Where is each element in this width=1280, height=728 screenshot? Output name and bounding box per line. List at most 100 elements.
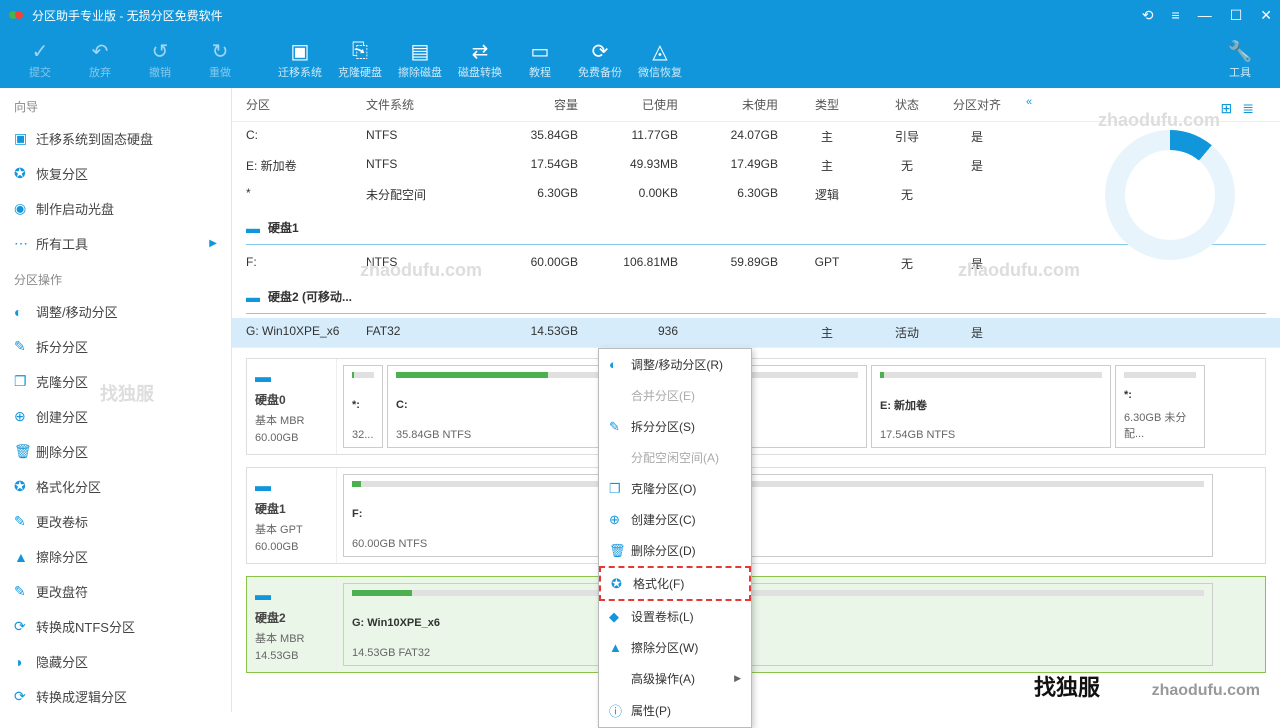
disk-icon: ▬	[246, 289, 260, 305]
sidebar-icon: ⟳	[14, 688, 36, 705]
collapse-icon[interactable]: «	[1026, 96, 1032, 113]
refresh-icon[interactable]: ⟲	[1142, 7, 1154, 24]
grid-view-icon[interactable]: ⊞	[1221, 100, 1233, 117]
ctx-item-5[interactable]: ⊕创建分区(C)	[599, 504, 751, 535]
table-row[interactable]: G: Win10XPE_x6FAT3214.53GB936主活动是	[232, 318, 1280, 347]
usage-donut-chart	[1090, 130, 1250, 290]
ctx-item-11[interactable]: ⓘ属性(P)	[599, 694, 751, 727]
ctx-item-0[interactable]: ◐调整/移动分区(R)	[599, 349, 751, 380]
tool-1[interactable]: ↶放弃	[70, 38, 130, 80]
ctx-item-6[interactable]: 🗑删除分区(D)	[599, 535, 751, 566]
sidebar-icon: ⟳	[14, 618, 36, 635]
wizard-item-2[interactable]: ◉制作启动光盘	[0, 191, 231, 226]
sidebar-icon: 🗑	[14, 443, 36, 460]
wrench-icon: 🔧	[1228, 38, 1253, 64]
op-item-8[interactable]: ✎更改盘符	[0, 574, 231, 609]
op-item-2[interactable]: ❐克隆分区	[0, 364, 231, 399]
tool-icon: ▤	[411, 38, 430, 64]
ctx-item-3: 分配空闲空间(A)	[599, 442, 751, 473]
sidebar-icon: ▲	[14, 549, 36, 565]
disk-icon: ▬	[255, 587, 271, 604]
ctx-item-1: 合并分区(E)	[599, 380, 751, 411]
visual-disk-1[interactable]: ▬硬盘1基本 GPT60.00GBF:60.00GB NTFS	[246, 467, 1266, 564]
col-header: 分区	[246, 96, 366, 113]
visual-partition[interactable]: G: Win10XPE_x614.53GB FAT32	[343, 583, 1213, 666]
wizard-item-3[interactable]: ⋯所有工具▶	[0, 226, 231, 261]
visual-partition[interactable]: E: 新加卷17.54GB NTFS	[871, 365, 1111, 448]
sidebar-icon: ◐	[14, 304, 36, 320]
op-item-1[interactable]: ✎拆分分区	[0, 329, 231, 364]
ctx-icon: ⓘ	[609, 701, 631, 720]
ctx-icon: ✪	[611, 576, 633, 592]
ctx-icon: ◐	[609, 357, 631, 372]
visual-disk-0[interactable]: ▬硬盘0基本 MBR60.00GB*:32...C:35.84GB NTFSE:…	[246, 358, 1266, 455]
close-icon[interactable]: ✕	[1260, 7, 1272, 24]
col-header: 文件系统	[366, 96, 486, 113]
col-header: 分区对齐	[946, 96, 1016, 113]
ctx-item-2[interactable]: ✎拆分分区(S)	[599, 411, 751, 442]
ctx-icon: 🗑	[609, 543, 631, 559]
op-item-11[interactable]: ⟳转换成逻辑分区	[0, 679, 231, 712]
tool-9[interactable]: ⟳免费备份	[570, 38, 630, 80]
tool-5[interactable]: ⎘克隆硬盘	[330, 38, 390, 80]
sidebar: 向导 ▣迁移系统到固态硬盘✪恢复分区◉制作启动光盘⋯所有工具▶ 分区操作 ◐调整…	[0, 88, 232, 712]
maximize-icon[interactable]: ☐	[1230, 7, 1243, 24]
app-logo-icon	[8, 7, 24, 23]
ctx-item-4[interactable]: ❐克隆分区(O)	[599, 473, 751, 504]
sidebar-section-wizard: 向导	[0, 88, 231, 121]
ctx-item-7[interactable]: ✪格式化(F)	[599, 566, 751, 601]
ctx-icon: ⊕	[609, 512, 631, 528]
visual-partition[interactable]: *:32...	[343, 365, 383, 448]
tool-10[interactable]: ◬微信恢复	[630, 38, 690, 80]
tool-icon: ↺	[152, 38, 169, 64]
visual-partition[interactable]: *:6.30GB 未分配...	[1115, 365, 1205, 448]
sidebar-section-ops: 分区操作	[0, 261, 231, 294]
tool-3[interactable]: ↻重做	[190, 38, 250, 80]
context-menu: ◐调整/移动分区(R)合并分区(E)✎拆分分区(S)分配空闲空间(A)❐克隆分区…	[598, 348, 752, 728]
settings-icon[interactable]: ≡	[1172, 7, 1180, 23]
ctx-item-10[interactable]: 高级操作(A)▶	[599, 663, 751, 694]
tool-4[interactable]: ▣迁移系统	[270, 38, 330, 80]
col-header: 状态	[876, 96, 946, 113]
tool-tools[interactable]: 🔧工具	[1210, 38, 1270, 80]
ctx-item-9[interactable]: ▲擦除分区(W)	[599, 632, 751, 663]
tool-2[interactable]: ↺撤销	[130, 38, 190, 80]
op-item-9[interactable]: ⟳转换成NTFS分区	[0, 609, 231, 644]
ctx-item-8[interactable]: ◆设置卷标(L)	[599, 601, 751, 632]
tool-icon: ✓	[32, 38, 49, 64]
visual-disk-2[interactable]: ▬硬盘2基本 MBR14.53GBG: Win10XPE_x614.53GB F…	[246, 576, 1266, 673]
tool-icon: ▭	[531, 38, 550, 64]
window-title: 分区助手专业版 - 无损分区免费软件	[32, 7, 1142, 24]
op-item-5[interactable]: ✪格式化分区	[0, 469, 231, 504]
tool-6[interactable]: ▤擦除磁盘	[390, 38, 450, 80]
op-item-3[interactable]: ⊕创建分区	[0, 399, 231, 434]
disk-icon: ▬	[246, 220, 260, 236]
op-item-6[interactable]: ✎更改卷标	[0, 504, 231, 539]
col-header: 类型	[786, 96, 876, 113]
op-item-4[interactable]: 🗑删除分区	[0, 434, 231, 469]
tool-0[interactable]: ✓提交	[10, 38, 70, 80]
tool-icon: ⇄	[472, 38, 489, 64]
sidebar-icon: ✪	[14, 478, 36, 495]
tool-icon: ⟳	[592, 38, 609, 64]
tool-icon: ↻	[212, 38, 229, 64]
ctx-icon: ❐	[609, 481, 631, 497]
sidebar-icon: ✎	[14, 583, 36, 600]
sidebar-icon: ⊕	[14, 408, 36, 425]
titlebar: 分区助手专业版 - 无损分区免费软件 ⟲ ≡ — ☐ ✕	[0, 0, 1280, 30]
wizard-item-0[interactable]: ▣迁移系统到固态硬盘	[0, 121, 231, 156]
list-view-icon[interactable]: ≣	[1242, 100, 1254, 117]
sidebar-icon: ▣	[14, 130, 36, 147]
op-item-7[interactable]: ▲擦除分区	[0, 539, 231, 574]
tool-7[interactable]: ⇄磁盘转换	[450, 38, 510, 80]
tool-icon: ▣	[291, 38, 310, 64]
wizard-item-1[interactable]: ✪恢复分区	[0, 156, 231, 191]
chevron-right-icon: ▶	[209, 238, 217, 249]
col-header: 未使用	[686, 96, 786, 113]
visual-partition[interactable]: F:60.00GB NTFS	[343, 474, 1213, 557]
tool-8[interactable]: ▭教程	[510, 38, 570, 80]
op-item-10[interactable]: ◑隐藏分区	[0, 644, 231, 679]
op-item-0[interactable]: ◐调整/移动分区	[0, 294, 231, 329]
col-header: 容量	[486, 96, 586, 113]
minimize-icon[interactable]: —	[1198, 7, 1212, 23]
